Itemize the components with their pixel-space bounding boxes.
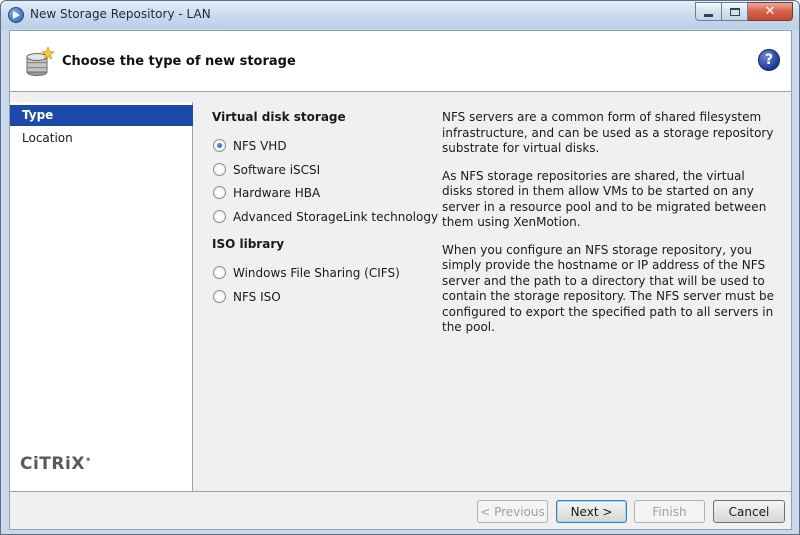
radio-windows-file-sharing[interactable]: Windows File Sharing (CIFS) [213,264,400,281]
page-title: Choose the type of new storage [62,54,296,69]
citrix-logo: CiTRiX• [20,454,92,474]
wizard-steps-sidebar: Type Location CiTRiX• [10,102,193,491]
maximize-button[interactable] [722,2,748,21]
radio-advanced-storagelink[interactable]: Advanced StorageLink technology [213,208,438,225]
wizard-client-area: Choose the type of new storage ? Type Lo… [9,30,792,530]
xencenter-app-icon [8,7,24,23]
window-title: New Storage Repository - LAN [30,7,211,21]
radio-button-checked[interactable] [213,139,226,152]
wizard-window: New Storage Repository - LAN ✕ Choose th… [0,0,800,535]
sidebar-item-location[interactable]: Location [10,128,193,149]
virtual-disk-storage-heading: Virtual disk storage [212,110,346,124]
wizard-header: Choose the type of new storage ? [10,31,791,92]
finish-button[interactable]: Finish [634,500,705,523]
radio-button[interactable] [213,290,226,303]
next-button[interactable]: Next > [556,500,627,523]
cancel-button[interactable]: Cancel [713,500,785,523]
sidebar-item-type[interactable]: Type [10,105,193,126]
description-paragraph: NFS servers are a common form of shared … [442,110,774,155]
storage-repository-icon [26,46,55,76]
radio-software-iscsi[interactable]: Software iSCSI [213,161,320,178]
wizard-footer: < Previous Next > Finish Cancel [10,491,791,529]
title-bar[interactable]: New Storage Repository - LAN ✕ [1,1,799,29]
close-button[interactable]: ✕ [748,2,793,21]
radio-button[interactable] [213,163,226,176]
radio-nfs-vhd[interactable]: NFS VHD [213,137,287,154]
minimize-icon [704,13,713,17]
description-paragraph: As NFS storage repositories are shared, … [442,168,767,230]
iso-library-heading: ISO library [212,237,285,251]
storage-type-description: NFS servers are a common form of shared … [442,110,777,348]
radio-button[interactable] [213,186,226,199]
radio-button[interactable] [213,266,226,279]
description-paragraph: When you configure an NFS storage reposi… [442,242,774,335]
previous-button[interactable]: < Previous [477,500,548,523]
help-icon[interactable]: ? [758,49,780,71]
caption-buttons: ✕ [695,2,793,21]
maximize-icon [729,7,740,16]
radio-button[interactable] [213,210,226,223]
close-icon: ✕ [764,4,776,19]
radio-nfs-iso[interactable]: NFS ISO [213,288,281,305]
minimize-button[interactable] [695,2,722,21]
wizard-content: Virtual disk storage NFS VHD Software iS… [194,102,791,491]
radio-hardware-hba[interactable]: Hardware HBA [213,184,320,201]
